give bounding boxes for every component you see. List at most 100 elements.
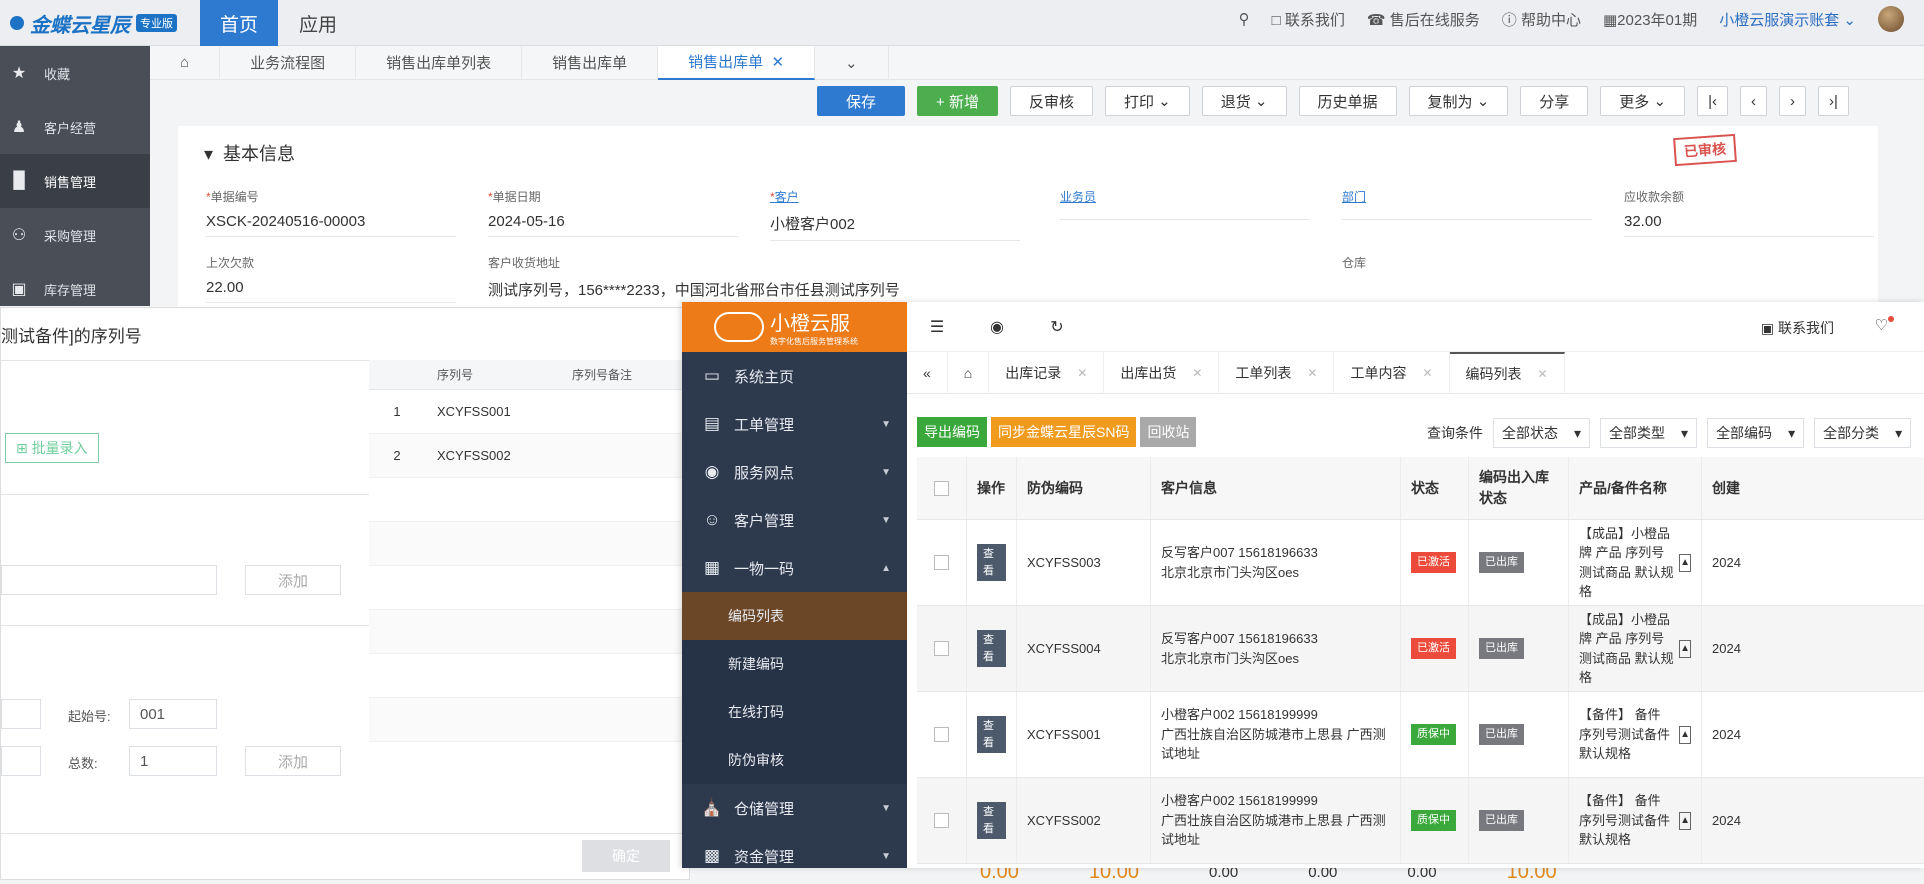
sidebar-item-funds[interactable]: ▩ 资金管理 ▼ bbox=[682, 832, 907, 880]
sidebar-item-code-list[interactable]: 编码列表 bbox=[682, 592, 907, 640]
row-checkbox[interactable] bbox=[934, 727, 949, 742]
sidebar-item-tickets[interactable]: ▤ 工单管理 ▼ bbox=[682, 400, 907, 448]
image-icon[interactable]: ▲ bbox=[1679, 639, 1691, 658]
total-input[interactable]: 1 bbox=[129, 746, 217, 776]
view-button[interactable]: 查看 bbox=[977, 630, 1006, 667]
row-checkbox-cell[interactable] bbox=[917, 606, 967, 691]
sidebar-item-purchase[interactable]: ⚇ 采购管理 bbox=[0, 208, 150, 262]
sidebar-item-customers[interactable]: ☺ 客户管理 ▼ bbox=[682, 496, 907, 544]
field-department[interactable]: 部门 bbox=[1342, 188, 1592, 220]
image-icon[interactable]: ▲ bbox=[1679, 553, 1691, 572]
table-row[interactable]: 查看 XCYFSS002 小橙客户002 15618199999 广西壮族自治区防… bbox=[917, 778, 1924, 864]
serial-input[interactable] bbox=[1, 565, 217, 595]
service-link[interactable]: ☎ 售后在线服务 bbox=[1367, 9, 1480, 30]
prefix-input[interactable] bbox=[1, 699, 41, 729]
nav-home[interactable]: 首页 bbox=[200, 0, 278, 46]
tab-outbound-record[interactable]: 出库记录 ✕ bbox=[989, 351, 1105, 394]
sidebar-item-customer[interactable]: ♟ 客户经营 bbox=[0, 100, 150, 154]
close-icon[interactable]: ✕ bbox=[1077, 366, 1087, 380]
sidebar-item-service-points[interactable]: ◉ 服务网点 ▼ bbox=[682, 448, 907, 496]
field-salesman[interactable]: 业务员 bbox=[1060, 188, 1310, 220]
prev-record-icon[interactable]: ‹ bbox=[1739, 86, 1767, 116]
row-checkbox-cell[interactable] bbox=[917, 692, 967, 777]
recycle-bin-button[interactable]: 回收站 bbox=[1140, 417, 1197, 447]
tab-outbound-shipment[interactable]: 出库出货 ✕ bbox=[1104, 351, 1220, 394]
sync-sn-button[interactable]: 同步金蝶云星辰SN码 bbox=[991, 417, 1137, 447]
sidebar-item-new-code[interactable]: 新建编码 bbox=[682, 640, 907, 688]
more-button[interactable]: 更多 ⌄ bbox=[1600, 86, 1686, 116]
tab-sales-outbound[interactable]: 销售出库单 bbox=[522, 45, 659, 80]
home-tab-icon[interactable]: ⌂ bbox=[150, 45, 221, 80]
status-filter[interactable]: 全部状态 ▾ bbox=[1493, 418, 1591, 448]
bell-icon[interactable]: ♡ bbox=[1875, 316, 1888, 334]
row-checkbox-cell[interactable] bbox=[917, 778, 967, 863]
confirm-button[interactable]: 确定 bbox=[582, 840, 670, 872]
tab-more-dropdown[interactable]: ⌄ bbox=[815, 45, 889, 80]
batch-entry-button[interactable]: ⊞ 批量录入 bbox=[5, 433, 99, 463]
sidebar-item-anti-fake-review[interactable]: 防伪审核 bbox=[682, 736, 907, 784]
field-warehouse[interactable]: 仓库 bbox=[1342, 254, 1366, 271]
sidebar-item-online-print[interactable]: 在线打码 bbox=[682, 688, 907, 736]
tab-ticket-list[interactable]: 工单列表 ✕ bbox=[1219, 351, 1335, 394]
select-all-checkbox-cell[interactable] bbox=[917, 457, 967, 519]
tab-scroll-left-icon[interactable]: « bbox=[907, 351, 948, 394]
share-button[interactable]: 分享 bbox=[1520, 86, 1589, 116]
avatar[interactable] bbox=[1878, 6, 1904, 32]
type-filter[interactable]: 全部类型 ▾ bbox=[1600, 418, 1698, 448]
sidebar-item-home[interactable]: ▭ 系统主页 bbox=[682, 352, 907, 400]
view-button[interactable]: 查看 bbox=[977, 802, 1006, 839]
close-icon[interactable]: ✕ bbox=[1422, 366, 1432, 380]
field-customer[interactable]: 客户小橙客户002 bbox=[770, 188, 1020, 241]
copy-as-button[interactable]: 复制为 ⌄ bbox=[1408, 86, 1509, 116]
sidebar-item-sales[interactable]: █ 销售管理 bbox=[0, 154, 150, 208]
table-row[interactable]: 1 XCYFSS001 bbox=[369, 390, 691, 434]
last-record-icon[interactable]: ›| bbox=[1817, 86, 1849, 116]
add-button[interactable]: 添加 bbox=[245, 565, 341, 595]
code-filter[interactable]: 全部编码 ▾ bbox=[1707, 418, 1805, 448]
account-selector[interactable]: 小橙云服演示账套 ⌄ bbox=[1719, 9, 1856, 30]
table-row[interactable]: 2 XCYFSS002 bbox=[369, 434, 691, 478]
section-title[interactable]: ▾ 基本信息 bbox=[204, 140, 295, 166]
image-icon[interactable]: ▲ bbox=[1679, 725, 1691, 744]
new-button[interactable]: + 新增 bbox=[917, 86, 998, 116]
suffix-input[interactable] bbox=[1, 746, 41, 776]
close-icon[interactable]: ✕ bbox=[1307, 366, 1317, 380]
view-button[interactable]: 查看 bbox=[977, 544, 1006, 581]
next-record-icon[interactable]: › bbox=[1778, 86, 1806, 116]
refresh-icon[interactable]: ↻ bbox=[1027, 317, 1087, 337]
erp-logo[interactable]: 金蝶云星辰 专业版 bbox=[10, 8, 177, 38]
return-button[interactable]: 退货 ⌄ bbox=[1201, 86, 1287, 116]
period-selector[interactable]: ▦2023年01期 bbox=[1603, 9, 1697, 30]
contact-link[interactable]: □ 联系我们 bbox=[1272, 9, 1345, 30]
row-checkbox[interactable] bbox=[934, 813, 949, 828]
first-record-icon[interactable]: |‹ bbox=[1697, 86, 1728, 116]
view-button[interactable]: 查看 bbox=[977, 716, 1006, 753]
sidebar-item-warehouse[interactable]: ⛪ 仓储管理 ▼ bbox=[682, 784, 907, 832]
sidebar-item-one-code[interactable]: ▦ 一物一码 ▲ bbox=[682, 544, 907, 592]
tab-ticket-content[interactable]: 工单内容 ✕ bbox=[1334, 351, 1450, 394]
close-icon[interactable]: ✕ bbox=[1538, 367, 1548, 381]
tab-process-flow[interactable]: 业务流程图 bbox=[220, 45, 357, 80]
row-checkbox[interactable] bbox=[934, 555, 949, 570]
table-row[interactable]: 查看 XCYFSS001 小橙客户002 15618199999 广西壮族自治区防… bbox=[917, 692, 1924, 778]
globe-icon[interactable]: ◉ bbox=[967, 317, 1027, 337]
history-button[interactable]: 历史单据 bbox=[1298, 86, 1397, 116]
image-icon[interactable]: ▲ bbox=[1679, 811, 1691, 830]
field-address[interactable]: 客户收货地址 测试序列号，156****2233，中国河北省邢台市任县测试序列号 bbox=[488, 254, 1048, 306]
tab-code-list[interactable]: 编码列表 ✕ bbox=[1449, 351, 1565, 394]
table-row[interactable]: 查看 XCYFSS003 反写客户007 15618196633 北京北京市门头沟… bbox=[917, 520, 1924, 606]
contact-link[interactable]: ▣ 联系我们 bbox=[1761, 318, 1834, 338]
print-button[interactable]: 打印 ⌄ bbox=[1104, 86, 1190, 116]
unaudit-button[interactable]: 反审核 bbox=[1009, 86, 1093, 116]
start-no-input[interactable]: 001 bbox=[129, 699, 217, 729]
sidebar-item-favorites[interactable]: ★ 收藏 bbox=[0, 46, 150, 100]
field-doc-no[interactable]: 单据编号 XSCK-20240516-00003 bbox=[206, 188, 456, 237]
tab-sales-outbound-list[interactable]: 销售出库单列表 bbox=[356, 45, 523, 80]
nav-apps[interactable]: 应用 bbox=[278, 0, 358, 46]
add-range-button[interactable]: 添加 bbox=[245, 746, 341, 776]
table-row[interactable]: 查看 XCYFSS004 反写客户007 15618196633 北京北京市门头沟… bbox=[917, 606, 1924, 692]
xc-logo[interactable]: 小橙云服 数字化售后服务管理系统 bbox=[682, 302, 907, 352]
tab-sales-outbound-active[interactable]: 销售出库单 ✕ bbox=[658, 45, 816, 80]
save-button[interactable]: 保存 bbox=[817, 86, 906, 116]
search-icon[interactable]: ⚲ bbox=[1239, 10, 1250, 28]
